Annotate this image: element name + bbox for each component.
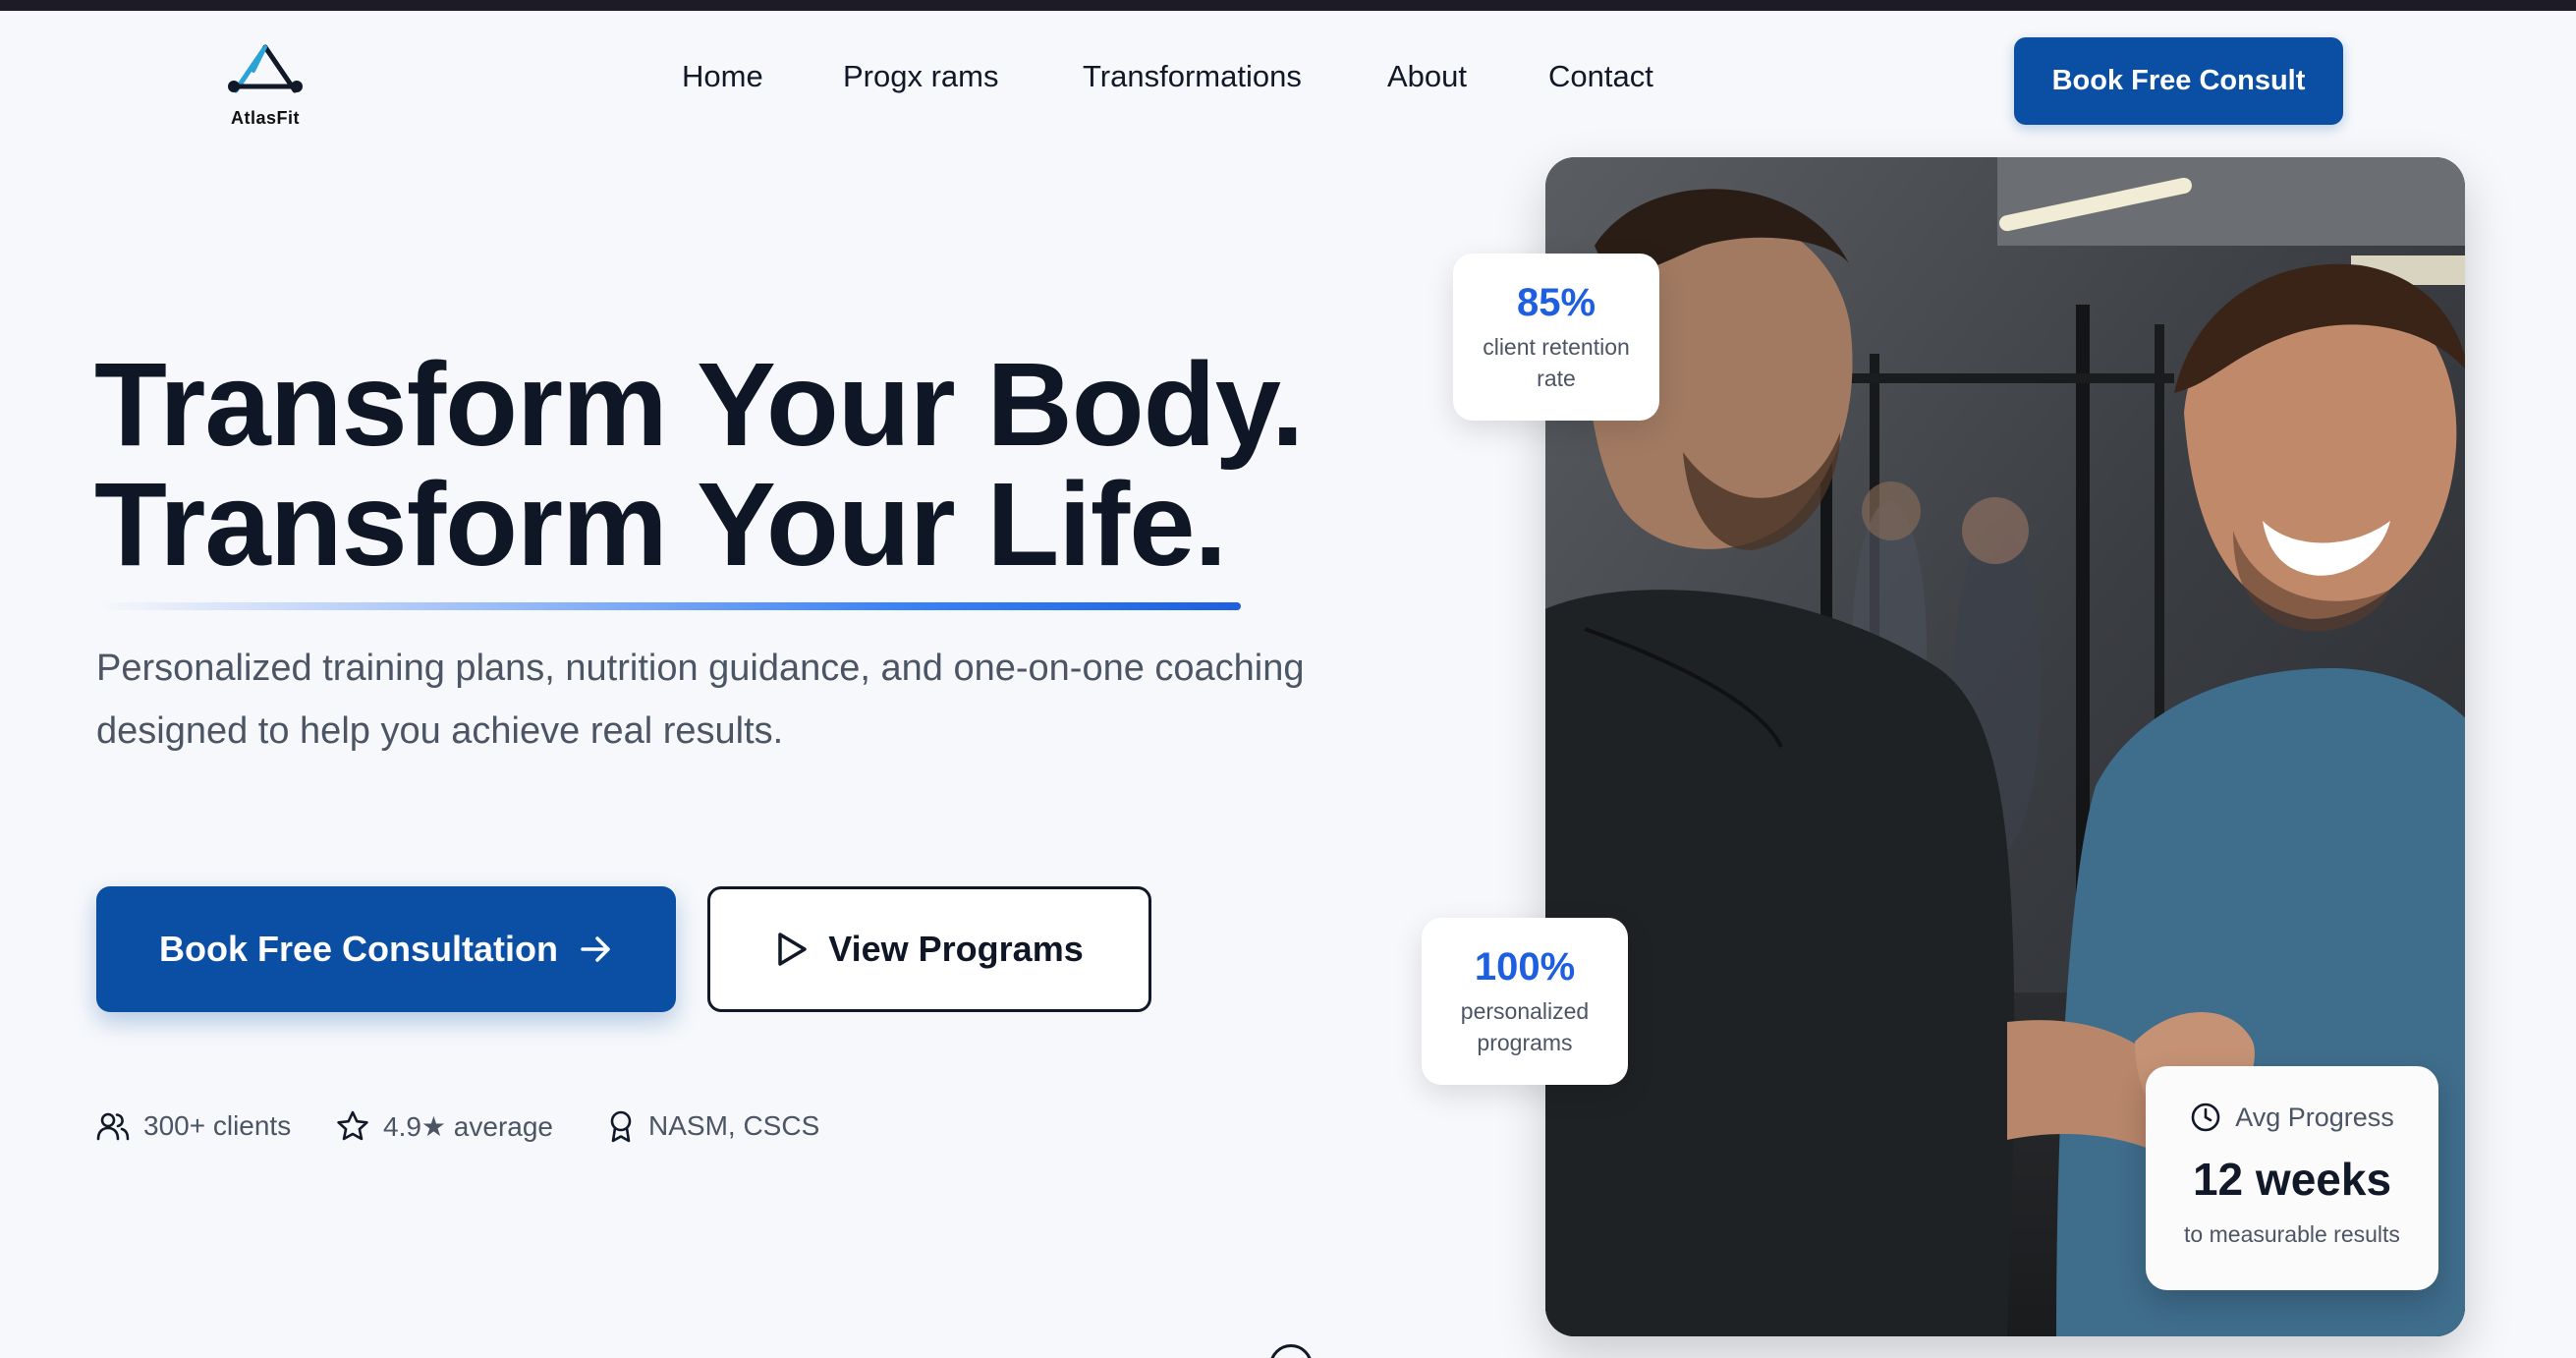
users-icon [96,1112,130,1141]
nav-item-home[interactable]: Home [682,59,763,94]
award-icon [610,1110,632,1143]
retention-value: 85% [1516,280,1596,324]
retention-label-line-2: rate [1537,365,1576,391]
nav-item-about[interactable]: About [1387,59,1467,94]
avg-progress-subtitle: to measurable results [2184,1221,2400,1247]
nav-item-transformations[interactable]: Transformations [1083,59,1302,94]
trust-clients: 300+ clients [96,1106,291,1146]
retention-label: client retention rate [1483,331,1630,394]
retention-stat-card: 85% client retention rate [1453,254,1659,421]
brand-name: AtlasFit [230,108,300,128]
view-programs-label: View Programs [828,929,1084,969]
avg-progress-card: Avg Progress 12 weeks to measurable resu… [2146,1066,2438,1290]
star-icon [337,1110,368,1141]
avg-progress-title: Avg Progress [2235,1102,2394,1132]
personalized-label-line-1: personalized [1460,997,1590,1024]
hero-subheading: Personalized training plans, nutrition g… [96,648,1305,752]
book-consultation-button[interactable]: Book Free Consultation [96,886,676,1012]
personalized-value: 100% [1474,944,1576,989]
hero-headline-line-1: Transform Your Body. [94,337,1305,471]
hero-headline: Transform Your Body. Transform Your Life… [94,337,1305,591]
logo-mark-icon [228,44,303,93]
arrow-right-icon [581,936,610,962]
retention-label-line-1: client retention [1483,333,1630,360]
personalized-label-line-2: programs [1477,1029,1573,1055]
nav-item-programs[interactable]: Progx rams [843,59,998,94]
brand-logo[interactable]: AtlasFit [224,41,307,132]
personalized-stat-card: 100% personalized programs [1422,918,1628,1085]
trust-clients-label: 300+ clients [143,1110,292,1141]
trust-certifications-label: NASM, CSCS [648,1110,820,1141]
nav-item-contact[interactable]: Contact [1548,59,1653,94]
play-icon [778,933,808,966]
avg-progress-header: Avg Progress [2190,1102,2394,1133]
clock-icon [2191,1103,2220,1132]
hero-headline-line-2: Transform Your Life. [94,457,1227,591]
trust-certifications: NASM, CSCS [607,1106,819,1146]
view-programs-button[interactable]: View Programs [707,886,1151,1012]
top-edge-bar [0,0,2576,11]
avg-progress-value: 12 weeks [2192,1154,2392,1205]
book-consultation-label: Book Free Consultation [158,929,559,969]
header-book-consult-button[interactable]: Book Free Consult [2014,37,2343,125]
personalized-label: personalized programs [1461,995,1589,1058]
headline-underline [98,602,1241,610]
scroll-down-indicator[interactable] [1269,1344,1313,1358]
trust-rating-label: 4.9★ average [383,1110,553,1142]
trust-rating: 4.9★ average [336,1106,553,1146]
